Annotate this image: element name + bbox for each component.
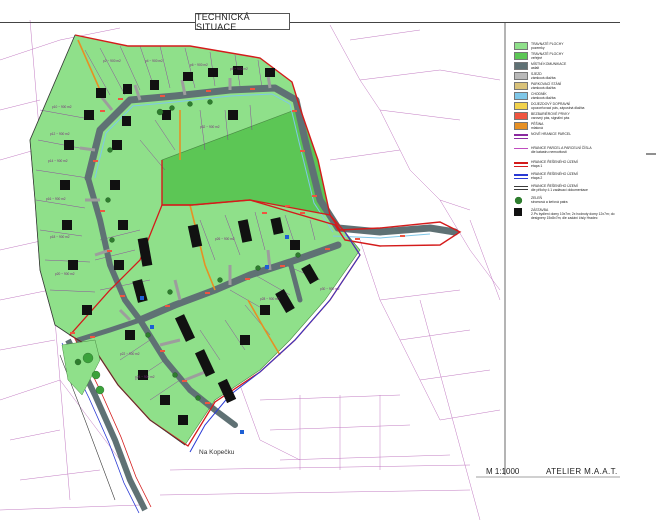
lot-label: p2 ~ 900 m2 xyxy=(103,59,121,63)
legend-item: MÍSTNÍ KOMUNIKACE asfalt xyxy=(514,62,624,72)
lot-label: p6 ~ 900 m2 xyxy=(190,63,208,67)
legend-sublabel: varovný pás, signální pás xyxy=(531,116,570,120)
lot-label: p26 ~ 900 m2 xyxy=(215,237,235,241)
lot-label: p30 ~ 900 m2 xyxy=(320,287,340,291)
building-icon xyxy=(514,208,522,216)
public-grass-icon xyxy=(514,52,528,60)
legend-item: HRANICE ŘEŠENÉHO ÚZEMÍ etapa 2 xyxy=(514,172,624,184)
legend-sublabel: asfalt xyxy=(531,66,540,70)
legend-sublabel: etapa 2 xyxy=(531,176,543,180)
lot-label: p12 ~ 900 m2 xyxy=(50,132,70,136)
legend-sublabel: stromová a keřová patra xyxy=(531,200,568,204)
legend-item: ZELEŇ stromová a keřová patra xyxy=(514,196,624,208)
traffic-strip-icon xyxy=(514,102,528,110)
legend-item: BEZBARIÉROVÉ PRVKY varovný pás, signální … xyxy=(514,112,624,122)
legend-sublabel: dle katastru nemovitostí xyxy=(531,150,567,154)
grass-area-icon xyxy=(514,42,528,50)
legend-label: NOVÉ HRANICE PARCEL xyxy=(531,132,572,136)
legend-item: TRAVNATÉ PLOCHY veřejné xyxy=(514,52,624,62)
scale-label: M 1:1000 xyxy=(486,467,520,476)
parking-icon xyxy=(514,82,528,90)
lot-label: p8 ~ 900 m2 xyxy=(230,67,248,71)
legend-sublabel: etapa 1 xyxy=(531,164,543,168)
legend-item: ZÁSTAVBA 2.Ps bydlení domy 10x7m; 2x hodn… xyxy=(514,208,624,222)
legend-item: DOJEZDOVÝ DOPRAVNÍ upozorňovací pás, zápu… xyxy=(514,102,624,112)
lot-label: p28 ~ 900 m2 xyxy=(260,297,280,301)
legend-item: HRANICE PARCEL A PARCELNÍ ČÍSLA dle katas… xyxy=(514,146,624,160)
sidewalk-icon xyxy=(514,92,528,100)
legend-item: NOVÉ HRANICE PARCEL xyxy=(514,132,624,146)
lot-label: p32 ~ 900 m2 xyxy=(200,125,220,129)
area-stage-2-icon xyxy=(514,174,528,179)
legend-sublabel: veřejné xyxy=(531,56,543,60)
legend-sublabel: pozemky xyxy=(531,46,545,50)
lot-label: p4 ~ 900 m2 xyxy=(145,59,163,63)
header-rule-left xyxy=(0,22,195,23)
road-icon xyxy=(514,62,528,70)
studio-label: ATELIER M.A.A.T. xyxy=(546,467,618,476)
legend-item: SJEZD zámková dlažba xyxy=(514,72,624,82)
legend-sublabel: dle přílohy č.1 zadávací dokumentace xyxy=(531,188,588,192)
street-label: Na Kopečku xyxy=(199,449,235,456)
legend-sublabel: mlatová xyxy=(531,126,543,130)
lot-label: p24 ~ 900 m2 xyxy=(135,375,155,379)
footpath-icon xyxy=(514,122,528,130)
new-parcel-line-icon xyxy=(514,134,528,139)
map-legend: TRAVNATÉ PLOCHY pozemky TRAVNATÉ PLOCHY veř… xyxy=(514,42,624,222)
legend-item: PARKOVACÍ STÁNÍ zámková dlažba xyxy=(514,82,624,92)
lot-label: p14 ~ 900 m2 xyxy=(48,159,68,163)
legend-item: TRAVNATÉ PLOCHY pozemky xyxy=(514,42,624,52)
legend-sublabel: upozorňovací pás, zápustná dlažba xyxy=(531,106,585,110)
driveway-icon xyxy=(514,72,528,80)
barrier-free-icon xyxy=(514,112,528,120)
tree-icon xyxy=(514,196,523,205)
area-stage-1-icon xyxy=(514,162,528,167)
sheet-title: TECHNICKÁ SITUACE xyxy=(195,12,290,32)
legend-item: HRANICE ŘEŠENÉHO ÚZEMÍ dle přílohy č.1 za… xyxy=(514,184,624,196)
lot-label: p20 ~ 900 m2 xyxy=(55,272,75,276)
area-boundary-icon xyxy=(514,186,528,190)
lot-label: p22 ~ 900 m2 xyxy=(120,352,140,356)
green-pocket-sw xyxy=(61,339,101,396)
legend-item: HRANICE ŘEŠENÉHO ÚZEMÍ etapa 1 xyxy=(514,160,624,172)
lot-label: p16 ~ 900 m2 xyxy=(46,197,66,201)
legend-sublabel: zámková dlažba xyxy=(531,96,556,100)
legend-sublabel: zámková dlažba xyxy=(531,86,556,90)
parcel-boundary-icon xyxy=(514,148,528,152)
lot-label: p18 ~ 900 m2 xyxy=(50,235,70,239)
legend-sublabel: zámková dlažba xyxy=(531,76,556,80)
lot-label: p10 ~ 900 m2 xyxy=(52,105,72,109)
header-rule-right xyxy=(290,22,620,23)
legend-sublabel: 2.Ps bydlení domy 10x7m; 2x hodnoty domy… xyxy=(531,212,615,220)
legend-item: PĚŠINA mlatová xyxy=(514,122,624,132)
legend-item: CHODNÍK zámková dlažba xyxy=(514,92,624,102)
